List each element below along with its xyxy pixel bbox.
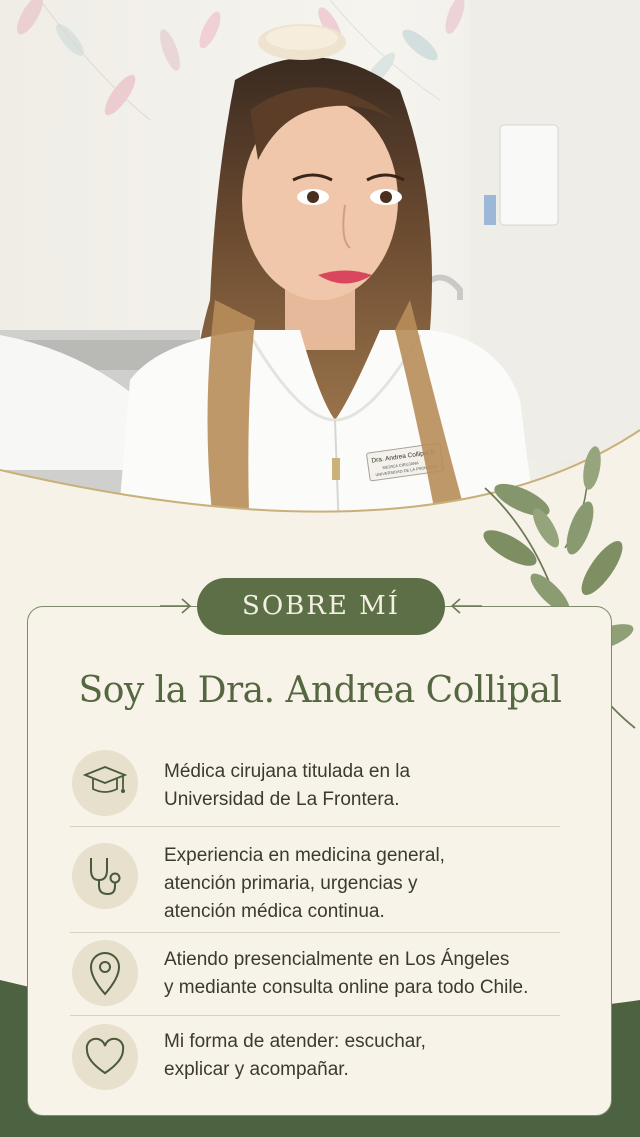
item-line: Mi forma de atender: escuchar, bbox=[164, 1031, 426, 1052]
item-line: Médica cirujana titulada en la bbox=[164, 761, 411, 782]
location-pin-icon bbox=[89, 952, 121, 996]
item-line: atención médica continua. bbox=[164, 901, 385, 922]
divider bbox=[70, 932, 560, 933]
right-arrow-ornament bbox=[450, 598, 482, 614]
heart-icon bbox=[85, 1037, 125, 1075]
page-title: Soy la Dra. Andrea Collipal bbox=[78, 670, 562, 711]
item-line: Atiendo presencialmente en Los Ángeles bbox=[164, 949, 510, 970]
section-title: SOBRE MÍ bbox=[197, 578, 445, 635]
item-line: Universidad de La Frontera. bbox=[164, 789, 400, 810]
left-arrow-ornament bbox=[160, 598, 192, 614]
icon-circle bbox=[72, 940, 138, 1006]
divider bbox=[70, 826, 560, 827]
graduation-cap-icon bbox=[83, 766, 127, 793]
icon-circle bbox=[72, 750, 138, 816]
item-line: y mediante consulta online para todo Chi… bbox=[164, 977, 529, 998]
item-line: explicar y acompañar. bbox=[164, 1059, 349, 1080]
icon-circle bbox=[72, 843, 138, 909]
stethoscope-icon bbox=[90, 858, 121, 896]
divider bbox=[70, 1015, 560, 1016]
item-line: Experiencia en medicina general, bbox=[164, 845, 445, 866]
item-line: atención primaria, urgencias y bbox=[164, 873, 418, 894]
icon-circle bbox=[72, 1024, 138, 1090]
